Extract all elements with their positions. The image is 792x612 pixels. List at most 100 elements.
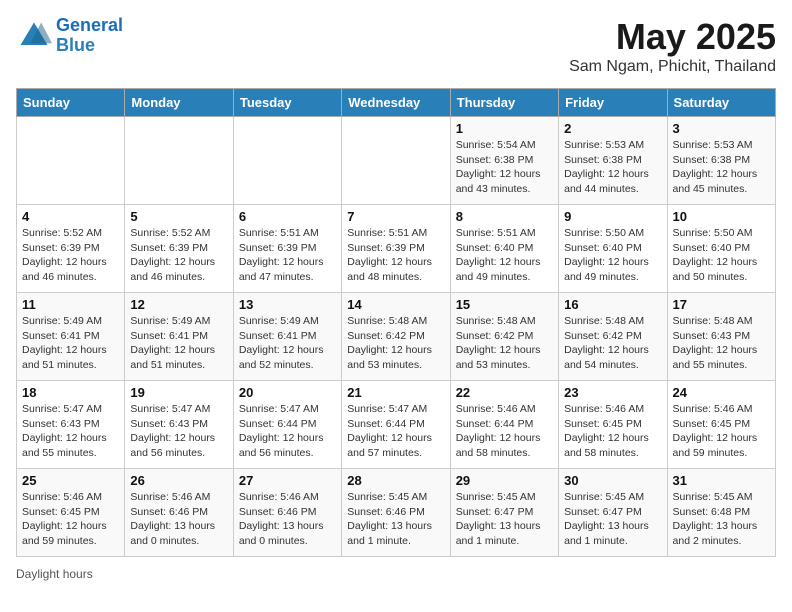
week-row-1: 1Sunrise: 5:54 AM Sunset: 6:38 PM Daylig…	[17, 117, 776, 205]
day-info: Sunrise: 5:45 AM Sunset: 6:47 PM Dayligh…	[456, 490, 553, 549]
day-number: 5	[130, 209, 227, 224]
day-number: 26	[130, 473, 227, 488]
day-cell: 21 Sunrise: 5:47 AM Sunset: 6:44 PM Dayli…	[342, 381, 450, 469]
week-row-2: 4Sunrise: 5:52 AM Sunset: 6:39 PM Daylig…	[17, 205, 776, 293]
day-info: Sunrise: 5:46 AM Sunset: 6:46 PM Dayligh…	[130, 490, 227, 549]
day-number: 12	[130, 297, 227, 312]
day-cell: 4Sunrise: 5:52 AM Sunset: 6:39 PM Daylig…	[17, 205, 125, 293]
week-row-5: 25 Sunrise: 5:46 AM Sunset: 6:45 PM Dayli…	[17, 469, 776, 557]
day-info: Sunrise: 5:47 AM Sunset: 6:44 PM Dayligh…	[347, 402, 444, 461]
day-cell: 27 Sunrise: 5:46 AM Sunset: 6:46 PM Dayli…	[233, 469, 341, 557]
day-header-sunday: Sunday	[17, 89, 125, 117]
day-number: 19	[130, 385, 227, 400]
day-info: Sunrise: 5:47 AM Sunset: 6:43 PM Dayligh…	[130, 402, 227, 461]
day-number: 30	[564, 473, 661, 488]
day-number: 2	[564, 121, 661, 136]
day-info: Sunrise: 5:45 AM Sunset: 6:48 PM Dayligh…	[673, 490, 770, 549]
day-cell: 24 Sunrise: 5:46 AM Sunset: 6:45 PM Dayli…	[667, 381, 775, 469]
day-number: 10	[673, 209, 770, 224]
day-number: 29	[456, 473, 553, 488]
day-cell: 11Sunrise: 5:49 AM Sunset: 6:41 PM Dayli…	[17, 293, 125, 381]
day-cell: 20 Sunrise: 5:47 AM Sunset: 6:44 PM Dayli…	[233, 381, 341, 469]
title-block: May 2025 Sam Ngam, Phichit, Thailand	[569, 16, 776, 76]
day-cell: 6 Sunrise: 5:51 AM Sunset: 6:39 PM Daylig…	[233, 205, 341, 293]
day-number: 13	[239, 297, 336, 312]
day-info: Sunrise: 5:46 AM Sunset: 6:45 PM Dayligh…	[22, 490, 119, 549]
day-info: Sunrise: 5:52 AM Sunset: 6:39 PM Dayligh…	[130, 226, 227, 285]
day-cell: 12Sunrise: 5:49 AM Sunset: 6:41 PM Dayli…	[125, 293, 233, 381]
day-header-thursday: Thursday	[450, 89, 558, 117]
day-info: Sunrise: 5:48 AM Sunset: 6:43 PM Dayligh…	[673, 314, 770, 373]
day-info: Sunrise: 5:46 AM Sunset: 6:45 PM Dayligh…	[564, 402, 661, 461]
day-cell: 19 Sunrise: 5:47 AM Sunset: 6:43 PM Dayli…	[125, 381, 233, 469]
page-header: General Blue May 2025 Sam Ngam, Phichit,…	[16, 16, 776, 76]
day-cell: 15Sunrise: 5:48 AM Sunset: 6:42 PM Dayli…	[450, 293, 558, 381]
day-cell	[125, 117, 233, 205]
day-number: 27	[239, 473, 336, 488]
day-cell: 8Sunrise: 5:51 AM Sunset: 6:40 PM Daylig…	[450, 205, 558, 293]
day-number: 25	[22, 473, 119, 488]
day-info: Sunrise: 5:46 AM Sunset: 6:46 PM Dayligh…	[239, 490, 336, 549]
day-number: 8	[456, 209, 553, 224]
day-info: Sunrise: 5:46 AM Sunset: 6:45 PM Dayligh…	[673, 402, 770, 461]
logo-line1: General	[56, 15, 123, 35]
day-info: Sunrise: 5:47 AM Sunset: 6:44 PM Dayligh…	[239, 402, 336, 461]
day-cell: 1Sunrise: 5:54 AM Sunset: 6:38 PM Daylig…	[450, 117, 558, 205]
day-info: Sunrise: 5:51 AM Sunset: 6:39 PM Dayligh…	[347, 226, 444, 285]
day-number: 24	[673, 385, 770, 400]
day-cell: 7 Sunrise: 5:51 AM Sunset: 6:39 PM Daylig…	[342, 205, 450, 293]
day-cell	[17, 117, 125, 205]
day-header-wednesday: Wednesday	[342, 89, 450, 117]
day-cell: 16Sunrise: 5:48 AM Sunset: 6:42 PM Dayli…	[559, 293, 667, 381]
day-info: Sunrise: 5:54 AM Sunset: 6:38 PM Dayligh…	[456, 138, 553, 197]
calendar-title: May 2025	[569, 16, 776, 58]
day-header-saturday: Saturday	[667, 89, 775, 117]
week-row-4: 18 Sunrise: 5:47 AM Sunset: 6:43 PM Dayli…	[17, 381, 776, 469]
day-info: Sunrise: 5:45 AM Sunset: 6:47 PM Dayligh…	[564, 490, 661, 549]
day-number: 14	[347, 297, 444, 312]
day-number: 9	[564, 209, 661, 224]
day-info: Sunrise: 5:47 AM Sunset: 6:43 PM Dayligh…	[22, 402, 119, 461]
day-cell: 30 Sunrise: 5:45 AM Sunset: 6:47 PM Dayli…	[559, 469, 667, 557]
day-cell: 25 Sunrise: 5:46 AM Sunset: 6:45 PM Dayli…	[17, 469, 125, 557]
day-number: 28	[347, 473, 444, 488]
day-number: 20	[239, 385, 336, 400]
day-cell	[233, 117, 341, 205]
day-cell: 13 Sunrise: 5:49 AM Sunset: 6:41 PM Dayli…	[233, 293, 341, 381]
day-cell: 9Sunrise: 5:50 AM Sunset: 6:40 PM Daylig…	[559, 205, 667, 293]
day-info: Sunrise: 5:51 AM Sunset: 6:39 PM Dayligh…	[239, 226, 336, 285]
day-info: Sunrise: 5:48 AM Sunset: 6:42 PM Dayligh…	[564, 314, 661, 373]
day-number: 17	[673, 297, 770, 312]
logo-line2: Blue	[56, 35, 95, 55]
calendar-table: SundayMondayTuesdayWednesdayThursdayFrid…	[16, 88, 776, 557]
logo-text: General Blue	[56, 16, 123, 56]
day-cell: 5 Sunrise: 5:52 AM Sunset: 6:39 PM Daylig…	[125, 205, 233, 293]
day-number: 7	[347, 209, 444, 224]
day-info: Sunrise: 5:49 AM Sunset: 6:41 PM Dayligh…	[239, 314, 336, 373]
footer-text: Daylight hours	[16, 567, 93, 581]
day-number: 22	[456, 385, 553, 400]
footer: Daylight hours	[16, 567, 776, 581]
week-row-3: 11Sunrise: 5:49 AM Sunset: 6:41 PM Dayli…	[17, 293, 776, 381]
day-number: 23	[564, 385, 661, 400]
day-number: 6	[239, 209, 336, 224]
day-cell: 29 Sunrise: 5:45 AM Sunset: 6:47 PM Dayli…	[450, 469, 558, 557]
header-row: SundayMondayTuesdayWednesdayThursdayFrid…	[17, 89, 776, 117]
day-number: 21	[347, 385, 444, 400]
calendar-header: SundayMondayTuesdayWednesdayThursdayFrid…	[17, 89, 776, 117]
day-number: 31	[673, 473, 770, 488]
day-cell: 18 Sunrise: 5:47 AM Sunset: 6:43 PM Dayli…	[17, 381, 125, 469]
day-cell: 2Sunrise: 5:53 AM Sunset: 6:38 PM Daylig…	[559, 117, 667, 205]
day-cell	[342, 117, 450, 205]
day-info: Sunrise: 5:45 AM Sunset: 6:46 PM Dayligh…	[347, 490, 444, 549]
day-info: Sunrise: 5:48 AM Sunset: 6:42 PM Dayligh…	[456, 314, 553, 373]
day-info: Sunrise: 5:50 AM Sunset: 6:40 PM Dayligh…	[673, 226, 770, 285]
day-cell: 26 Sunrise: 5:46 AM Sunset: 6:46 PM Dayli…	[125, 469, 233, 557]
calendar-subtitle: Sam Ngam, Phichit, Thailand	[569, 58, 776, 76]
day-info: Sunrise: 5:53 AM Sunset: 6:38 PM Dayligh…	[673, 138, 770, 197]
day-cell: 10 Sunrise: 5:50 AM Sunset: 6:40 PM Dayli…	[667, 205, 775, 293]
day-header-friday: Friday	[559, 89, 667, 117]
day-cell: 3 Sunrise: 5:53 AM Sunset: 6:38 PM Daylig…	[667, 117, 775, 205]
day-number: 18	[22, 385, 119, 400]
day-number: 3	[673, 121, 770, 136]
